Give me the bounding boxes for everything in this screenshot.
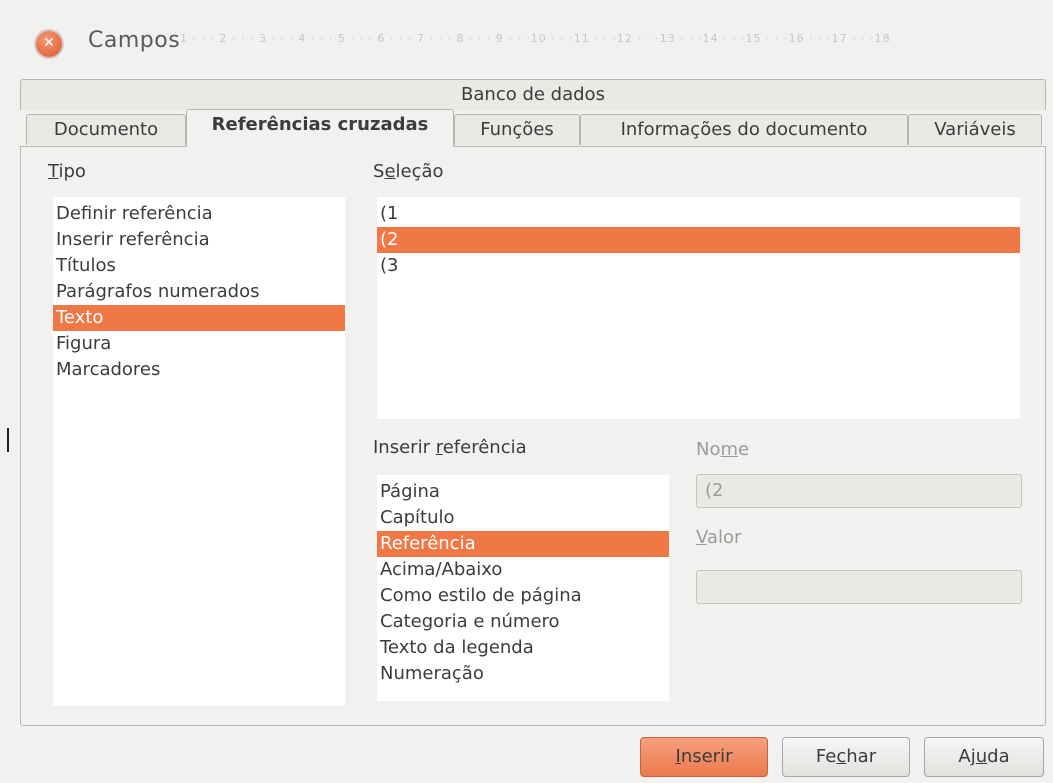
ajuda-label-text: Aj (958, 746, 976, 767)
inserir-referencia-label-text: eferência (442, 437, 527, 458)
selecao-label-text: S (373, 161, 385, 182)
tipo-item[interactable]: Parágrafos numerados (53, 279, 345, 305)
tab-label: Documento (53, 119, 159, 140)
selecao-list[interactable]: (1 (2 (3 (377, 197, 1020, 419)
tipo-label-text: ipo (58, 161, 86, 182)
tab-label: Variáveis (934, 119, 1016, 140)
tab-informacoes-do-documento[interactable]: Informações do documento (580, 114, 908, 145)
tab-label: Referências cruzadas (211, 114, 429, 135)
referencia-item[interactable]: Capítulo (377, 505, 669, 531)
tab-label: Informações do documento (620, 119, 868, 140)
tab-panel: Tipo Definir referência Inserir referênc… (20, 146, 1046, 726)
tipo-item[interactable]: Inserir referência (53, 227, 345, 253)
tab-label: Funções (480, 119, 554, 140)
tipo-item[interactable]: Definir referência (53, 201, 345, 227)
close-button[interactable]: ✕ (36, 31, 62, 57)
tipo-list[interactable]: Definir referência Inserir referência Tí… (53, 197, 345, 706)
tipo-item-selected[interactable]: Texto (53, 305, 345, 331)
selecao-item[interactable]: (1 (377, 201, 1020, 227)
window-title: Campos (88, 28, 181, 53)
ruler: 1 · · · 2 · · · 3 · · · 4 · · · 5 · · · … (180, 32, 891, 45)
ajuda-mnemonic: u (975, 746, 988, 767)
tab-funcoes[interactable]: Funções (454, 114, 580, 145)
tab-variaveis[interactable]: Variáveis (908, 114, 1042, 145)
referencia-item[interactable]: Como estilo de página (377, 583, 669, 609)
selecao-label-text: leção (395, 161, 444, 182)
nome-label: Nome (696, 439, 749, 460)
referencia-item[interactable]: Acima/Abaixo (377, 557, 669, 583)
valor-field[interactable] (696, 570, 1022, 604)
selecao-mnemonic: e (384, 161, 396, 182)
selecao-item-selected[interactable]: (2 (377, 227, 1020, 253)
inserir-referencia-label-text: Inserir (373, 437, 436, 458)
tipo-mnemonic: T (48, 161, 59, 182)
selecao-label: Seleção (373, 161, 444, 182)
referencia-item[interactable]: Numeração (377, 661, 669, 687)
valor-label: Valor (696, 527, 741, 548)
tab-referencias-cruzadas[interactable]: Referências cruzadas (186, 109, 454, 147)
fechar-label-text: har (846, 746, 877, 767)
fechar-label-text: Fe (815, 746, 837, 767)
inserir-referencia-list[interactable]: Página Capítulo Referência Acima/Abaixo … (377, 475, 669, 701)
tab-banco-de-dados[interactable]: Banco de dados (20, 79, 1046, 110)
valor-mnemonic: V (696, 527, 707, 548)
referencia-item[interactable]: Página (377, 479, 669, 505)
tab-documento[interactable]: Documento (26, 114, 186, 145)
divider (7, 428, 9, 452)
fechar-mnemonic: c (836, 746, 847, 767)
valor-label-text: alor (706, 527, 742, 548)
selecao-item[interactable]: (3 (377, 253, 1020, 279)
tipo-item[interactable]: Figura (53, 331, 345, 357)
inserir-label-text: nserir (680, 746, 733, 767)
tipo-item[interactable]: Títulos (53, 253, 345, 279)
tab-label: Banco de dados (461, 84, 605, 105)
inserir-referencia-mnemonic: r (435, 437, 443, 458)
nome-label-text: No (696, 439, 721, 460)
referencia-item[interactable]: Texto da legenda (377, 635, 669, 661)
close-icon: ✕ (43, 35, 55, 51)
inserir-button[interactable]: Inserir (640, 737, 768, 777)
inserir-referencia-label: Inserir referência (373, 437, 527, 458)
referencia-item-selected[interactable]: Referência (377, 531, 669, 557)
ajuda-label-text: da (987, 746, 1010, 767)
tipo-item[interactable]: Marcadores (53, 357, 345, 383)
referencia-item[interactable]: Categoria e número (377, 609, 669, 635)
nome-mnemonic: m (720, 439, 739, 460)
nome-label-text: e (738, 439, 750, 460)
nome-field[interactable]: (2 (696, 474, 1022, 508)
tipo-label: Tipo (48, 161, 86, 182)
fechar-button[interactable]: Fechar (782, 737, 910, 777)
ajuda-button[interactable]: Ajuda (924, 737, 1044, 777)
